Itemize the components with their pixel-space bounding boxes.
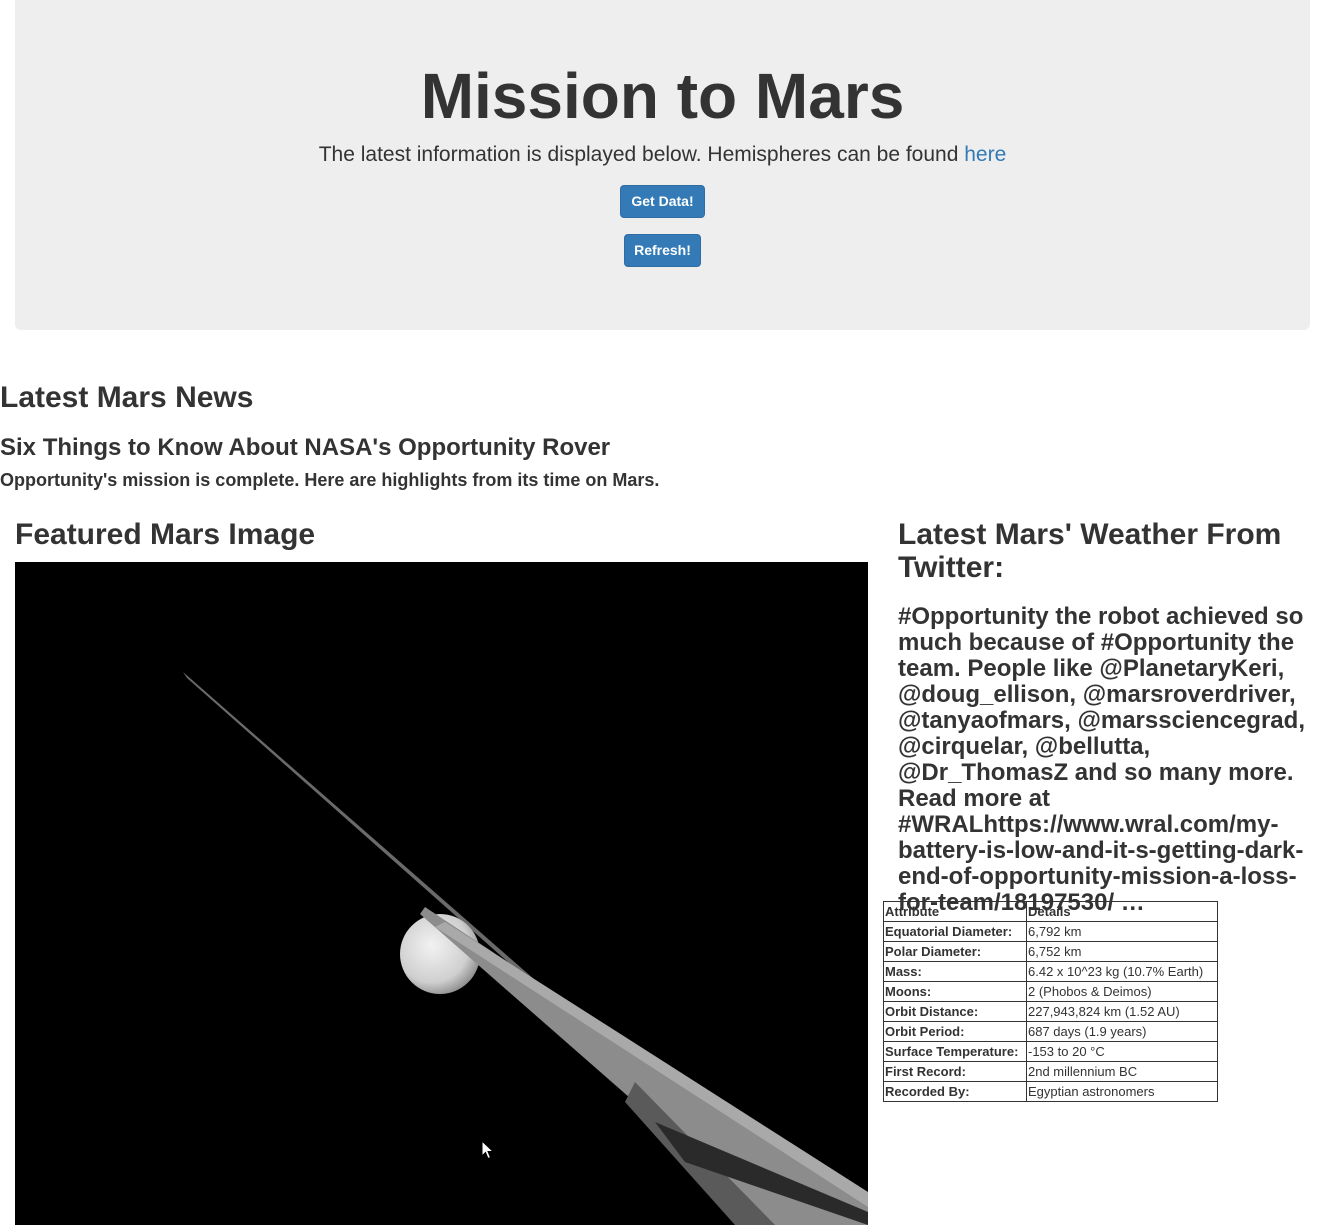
- fact-attribute: Equatorial Diameter:: [883, 921, 1027, 942]
- hemispheres-link[interactable]: here: [964, 143, 1006, 166]
- table-row: Mass: 6.42 x 10^23 kg (10.7% Earth): [883, 961, 1218, 982]
- featured-image-heading: Featured Mars Image: [15, 518, 316, 551]
- table-row: Orbit Period: 687 days (1.9 years): [883, 1021, 1218, 1042]
- fact-attribute: Recorded By:: [883, 1081, 1027, 1102]
- facts-header-details: Details: [1026, 901, 1218, 922]
- facts-header-attribute: Attribute: [883, 901, 1027, 922]
- table-row: First Record: 2nd millennium BC: [883, 1061, 1218, 1082]
- fact-attribute: Polar Diameter:: [883, 941, 1027, 962]
- table-row: Polar Diameter: 6,752 km: [883, 941, 1218, 962]
- fact-detail: 227,943,824 km (1.52 AU): [1026, 1001, 1218, 1022]
- get-data-button[interactable]: Get Data!: [620, 185, 705, 218]
- fact-attribute: Orbit Distance:: [883, 1001, 1027, 1022]
- featured-image: [15, 562, 868, 1225]
- table-row: Moons: 2 (Phobos & Deimos): [883, 981, 1218, 1002]
- facts-header-row: Attribute Details: [883, 901, 1218, 922]
- fact-detail: 2nd millennium BC: [1026, 1061, 1218, 1082]
- fact-detail: 2 (Phobos & Deimos): [1026, 981, 1218, 1002]
- fact-detail: 687 days (1.9 years): [1026, 1021, 1218, 1042]
- table-row: Orbit Distance: 227,943,824 km (1.52 AU): [883, 1001, 1218, 1022]
- mars-facts-table: Attribute Details Equatorial Diameter: 6,…: [883, 901, 1218, 1102]
- fact-detail: Egyptian astronomers: [1026, 1081, 1218, 1102]
- fact-attribute: Orbit Period:: [883, 1021, 1027, 1042]
- weather-heading: Latest Mars' Weather From Twitter:: [898, 518, 1282, 584]
- table-row: Recorded By: Egyptian astronomers: [883, 1081, 1218, 1102]
- refresh-button[interactable]: Refresh!: [624, 234, 701, 267]
- fact-attribute: Moons:: [883, 981, 1027, 1002]
- page-subtitle: The latest information is displayed belo…: [15, 142, 1310, 168]
- table-row: Surface Temperature: -153 to 20 °C: [883, 1041, 1218, 1062]
- page-title: Mission to Mars: [420, 60, 905, 132]
- news-teaser: Opportunity's mission is complete. Here …: [0, 470, 660, 490]
- fact-detail: 6,792 km: [1026, 921, 1218, 942]
- news-heading: Latest Mars News: [0, 381, 254, 414]
- fact-attribute: Mass:: [883, 961, 1027, 982]
- table-row: Equatorial Diameter: 6,792 km: [883, 921, 1218, 942]
- jumbotron: Mission to Mars The latest information i…: [15, 0, 1310, 330]
- mouse-cursor-icon: [481, 1139, 495, 1165]
- weather-tweet: #Opportunity the robot achieved so much …: [898, 603, 1305, 916]
- fact-detail: -153 to 20 °C: [1026, 1041, 1218, 1062]
- fact-attribute: First Record:: [883, 1061, 1027, 1082]
- fact-detail: 6.42 x 10^23 kg (10.7% Earth): [1026, 961, 1218, 982]
- subtitle-text: The latest information is displayed belo…: [318, 143, 959, 166]
- fact-detail: 6,752 km: [1026, 941, 1218, 962]
- news-title: Six Things to Know About NASA's Opportun…: [0, 434, 611, 461]
- fact-attribute: Surface Temperature:: [883, 1041, 1027, 1062]
